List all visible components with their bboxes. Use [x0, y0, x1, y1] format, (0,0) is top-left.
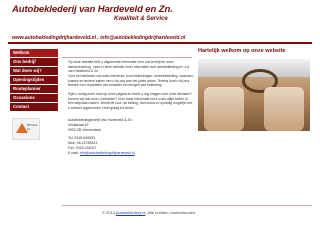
email-link[interactable]: info@autobekledingdrijhardeveld.nl	[80, 151, 135, 155]
intro-paragraph: Op onze website treft u uitgebreide info…	[68, 60, 190, 73]
bovag-label: BOVAG lid	[27, 123, 38, 131]
header-bar	[8, 42, 312, 44]
footer-text: © 2014 Autobekledery.nl, Alle rechten vo…	[102, 210, 196, 215]
address-block: Autobekledingbedrijf van Hardeveld & Zn.…	[68, 118, 188, 156]
email-label: E-mail:	[68, 150, 79, 155]
welcome-heading: Hartelijk welkom op onze website	[198, 48, 286, 54]
site-title[interactable]: Autobeklederij van Hardeveld en Zn.	[12, 4, 173, 15]
bovag-badge[interactable]: BOVAG lid	[12, 118, 40, 140]
sidebar-nav: Welkom Ons bedrijf Wat doen wij? Opening…	[10, 49, 58, 112]
services-paragraph: Voor het bekleden van auto-interieurs, b…	[68, 74, 194, 87]
copyright: © 2014	[102, 210, 116, 215]
contact-line[interactable]: www.autobekledingdrijhardeveld.nl , info…	[12, 35, 185, 41]
nav-item-routeplanner[interactable]: Routeplanner	[10, 85, 58, 93]
nav-item-ons-bedrijf[interactable]: Ons bedrijf	[10, 58, 58, 66]
nav-item-wat-doen-wij[interactable]: Wat doen wij?	[10, 67, 58, 75]
nav-item-contact[interactable]: Contact	[10, 103, 58, 111]
header: Autobeklederij van Hardeveld en Zn. Kwal…	[8, 2, 312, 34]
contact-paragraph: Kijkt u rustig even rond op onze pagina …	[68, 92, 193, 110]
site-tagline: Kwaliteit & Service	[114, 16, 168, 22]
footer-link[interactable]: Autobekledery.nl	[116, 210, 146, 215]
footer-divider	[62, 205, 312, 206]
nav-item-occasions[interactable]: Occasions	[10, 94, 58, 102]
divider	[62, 57, 192, 58]
nav-item-openingstijden[interactable]: Openingstijden	[10, 76, 58, 84]
car-interior-image	[198, 59, 310, 131]
rights: , Alle rechten voorbehouden.	[145, 210, 197, 215]
page: Autobeklederij van Hardeveld en Zn. Kwal…	[8, 2, 312, 238]
nav-item-welkom[interactable]: Welkom	[10, 49, 58, 57]
email-row: E-mail: info@autobekledingdrijhardeveld.…	[68, 151, 188, 156]
